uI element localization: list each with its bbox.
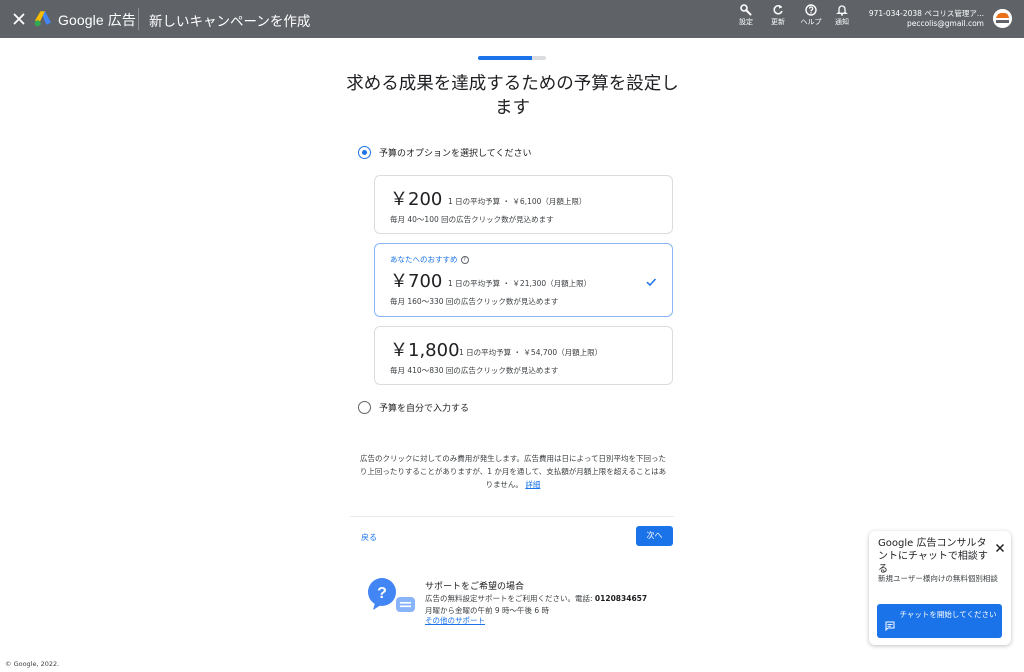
budget-daily-average: 1 日の平均予算 ・ ￥54,700（月額上限） — [459, 348, 603, 357]
preset-budget-option[interactable]: 予算のオプションを選択してください — [358, 146, 531, 159]
next-button[interactable]: 次へ — [636, 526, 673, 546]
svg-text:?: ? — [377, 585, 387, 602]
close-icon[interactable] — [995, 538, 1005, 553]
help-icon — [805, 4, 817, 16]
other-support-link[interactable]: その他のサポート — [425, 615, 485, 626]
bell-icon — [836, 5, 848, 16]
support-phone: 0120834657 — [594, 594, 648, 603]
close-icon[interactable] — [11, 11, 27, 27]
copyright: © Google, 2022. — [5, 660, 60, 668]
support-chat-icon: ? — [367, 576, 417, 616]
step-progress-fill — [478, 56, 533, 60]
tool-settings[interactable]: 設定 — [732, 4, 760, 34]
support-line1: 広告の無料設定サポートをご利用ください。電話: — [425, 594, 593, 603]
budget-amount: ￥1,800 — [390, 340, 460, 361]
header-divider — [138, 8, 139, 30]
checkmark-icon — [645, 273, 657, 287]
wrench-icon — [740, 4, 752, 16]
account-info[interactable]: 971-034-2038 ペコリス管理ア... peccolis@gmail.c… — [869, 9, 984, 29]
tool-label: 通知 — [835, 18, 849, 26]
budget-daily-average: 1 日の平均予算 ・ ￥21,300（月額上限） — [448, 279, 592, 288]
recommended-label: あなたへのおすすめ ? — [390, 254, 469, 265]
recommended-text: あなたへのおすすめ — [390, 255, 458, 264]
preset-radio-label: 予算のオプションを選択してください — [379, 149, 532, 159]
tool-label: ヘルプ — [800, 18, 822, 26]
billing-disclaimer: 広告のクリックに対してのみ費用が発生します。広告費用は日によって日別平均を下回っ… — [357, 452, 669, 491]
page-title: 求める成果を達成するための予算を設定します — [346, 74, 679, 118]
preset-radio[interactable] — [358, 146, 371, 159]
details-link[interactable]: 詳細 — [525, 480, 540, 489]
top-app-bar: Google 広告 新しいキャンペーンを作成 設定 更新 ヘルプ 通知 971-… — [0, 0, 1024, 38]
budget-clicks-estimate: 毎月 160〜330 回の広告クリック数が見込めます — [390, 297, 559, 306]
budget-daily-average: 1 日の平均予算 ・ ￥6,100（月額上限） — [448, 197, 587, 206]
avatar[interactable] — [993, 9, 1012, 28]
refresh-icon — [773, 5, 783, 15]
google-ads-logo-icon — [34, 10, 52, 27]
tool-help[interactable]: ヘルプ — [797, 4, 825, 34]
chat-consultant-widget: Google 広告コンサルタントにチャットで相談する 新規ユーザー様向けの無料個… — [869, 531, 1011, 645]
tool-label: 設定 — [739, 18, 753, 26]
tool-label: 更新 — [771, 18, 785, 26]
budget-amount: ￥200 — [390, 189, 443, 210]
custom-budget-option[interactable]: 予算を自分で入力する — [358, 401, 469, 414]
account-id: 971-034-2038 ペコリス管理ア... — [868, 9, 984, 18]
custom-radio[interactable] — [358, 401, 371, 414]
help-icon[interactable]: ? — [460, 255, 469, 264]
custom-radio-label: 予算を自分で入力する — [379, 404, 470, 414]
brand-name: Google 広告 — [58, 12, 136, 28]
budget-amount: ￥700 — [390, 271, 443, 292]
chat-title: Google 広告コンサルタントにチャットで相談する — [878, 538, 988, 575]
start-chat-button[interactable]: チャットを開始してください — [877, 604, 1002, 638]
step-progress-bar — [478, 56, 546, 60]
tool-notifications[interactable]: 通知 — [828, 4, 856, 34]
back-button[interactable]: 戻る — [361, 532, 377, 543]
budget-card-700[interactable]: あなたへのおすすめ ? ￥700 1 日の平均予算 ・ ￥21,300（月額上限… — [374, 243, 673, 317]
support-title: サポートをご希望の場合 — [425, 582, 525, 592]
budget-clicks-estimate: 毎月 410〜830 回の広告クリック数が見込めます — [390, 366, 559, 375]
message-icon — [885, 616, 895, 632]
budget-clicks-estimate: 毎月 40〜100 回の広告クリック数が見込めます — [390, 215, 554, 224]
chat-subtitle: 新規ユーザー様向けの無料個別相談 — [878, 574, 998, 583]
page-heading: 新しいキャンペーンを作成 — [149, 14, 311, 30]
divider — [350, 516, 674, 517]
start-chat-label: チャットを開始してください — [899, 610, 997, 619]
budget-card-200[interactable]: ￥200 1 日の平均予算 ・ ￥6,100（月額上限） 毎月 40〜100 回… — [374, 175, 673, 234]
account-email: peccolis@gmail.com — [906, 19, 984, 28]
tool-refresh[interactable]: 更新 — [764, 4, 792, 34]
disclaimer-text: 広告のクリックに対してのみ費用が発生します。広告費用は日によって日別平均を下回っ… — [359, 454, 667, 489]
budget-card-1800[interactable]: ￥1,800 1 日の平均予算 ・ ￥54,700（月額上限） 毎月 410〜8… — [374, 326, 673, 385]
support-details: 広告の無料設定サポートをご利用ください。電話: 0120834657 月曜から金… — [425, 593, 647, 617]
